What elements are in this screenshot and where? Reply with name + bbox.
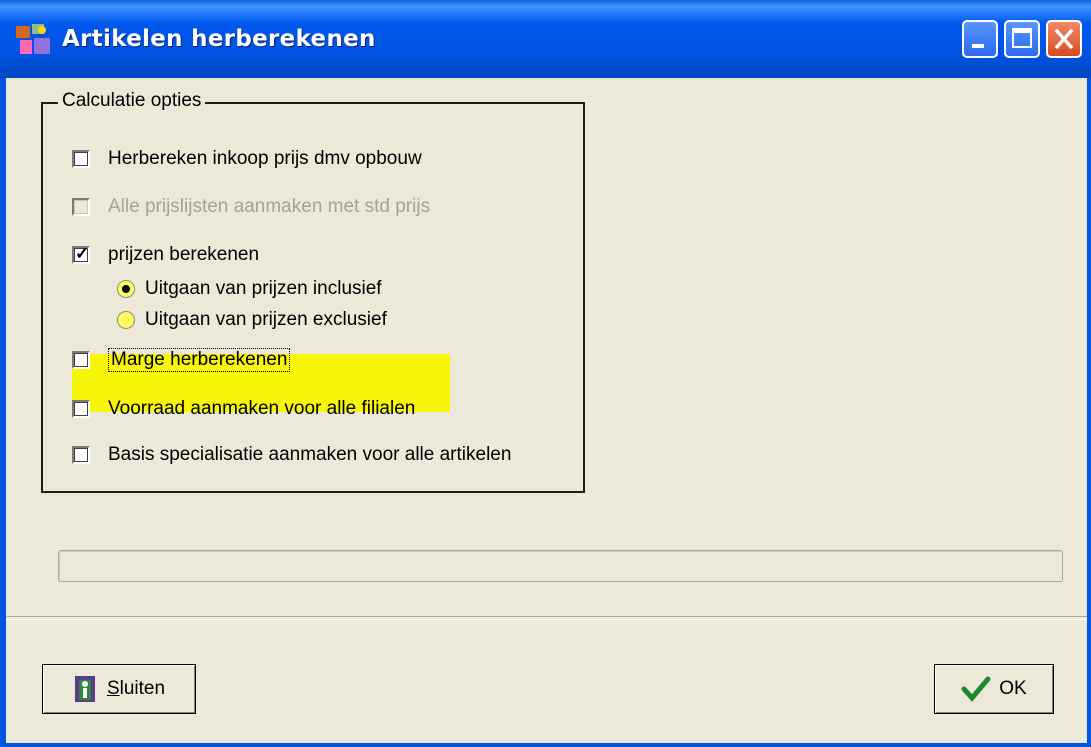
checkbox-box[interactable] xyxy=(72,150,90,168)
dialog-window: Artikelen herberekenen Calculatie opties… xyxy=(0,0,1091,747)
close-label-accelerator: S xyxy=(106,678,120,699)
close-window-button[interactable] xyxy=(1046,20,1082,58)
checkbox-calculate-prices[interactable]: ✓ prijzen berekenen xyxy=(72,244,259,266)
ok-button[interactable]: OK xyxy=(934,664,1054,714)
radio-prices-exclusive[interactable]: Uitgaan van prijzen exclusief xyxy=(117,309,387,331)
checkmark-icon xyxy=(961,676,991,702)
checkbox-box[interactable] xyxy=(72,400,90,418)
radio-label: Uitgaan van prijzen inclusief xyxy=(145,278,382,299)
divider xyxy=(6,616,1087,620)
checkbox-box[interactable] xyxy=(72,351,90,369)
close-icon xyxy=(1054,28,1074,50)
progress-bar xyxy=(58,550,1063,582)
maximize-icon xyxy=(1012,28,1032,48)
close-button[interactable]: Sluiten xyxy=(42,664,196,714)
ok-label: OK xyxy=(999,678,1027,699)
checkbox-label: prijzen berekenen xyxy=(108,244,260,265)
checkbox-box[interactable]: ✓ xyxy=(72,244,90,264)
checkbox-box[interactable] xyxy=(72,446,90,464)
window-title: Artikelen herberekenen xyxy=(62,26,376,52)
checkbox-box[interactable] xyxy=(72,198,90,216)
checkbox-label: Voorraad aanmaken voor alle filialen xyxy=(108,398,416,419)
checkbox-recalculate-margin[interactable]: Marge herberekenen xyxy=(72,348,291,372)
radio-dot xyxy=(122,285,130,293)
checkbox-all-pricelists[interactable]: Alle prijslijsten aanmaken met std prijs xyxy=(72,196,430,218)
checkmark-icon: ✓ xyxy=(75,244,90,263)
checkbox-recalculate-purchase-price[interactable]: Herbereken inkoop prijs dmv opbouw xyxy=(72,148,422,170)
exit-door-icon xyxy=(73,674,99,704)
title-bar[interactable]: Artikelen herberekenen xyxy=(0,0,1091,78)
radio-button[interactable] xyxy=(117,311,135,329)
checkbox-label: Basis specialisatie aanmaken voor alle a… xyxy=(108,444,512,465)
app-icon xyxy=(16,24,50,54)
checkbox-create-stock-all-branches[interactable]: Voorraad aanmaken voor alle filialen xyxy=(72,398,415,420)
radio-label: Uitgaan van prijzen exclusief xyxy=(145,309,387,330)
maximize-button[interactable] xyxy=(1004,20,1040,58)
minimize-icon xyxy=(972,44,984,48)
checkbox-label: Marge herberekenen xyxy=(108,348,291,372)
radio-prices-inclusive[interactable]: Uitgaan van prijzen inclusief xyxy=(117,278,382,300)
group-title: Calculatie opties xyxy=(58,90,206,112)
radio-button[interactable] xyxy=(117,280,135,298)
checkbox-label: Herbereken inkoop prijs dmv opbouw xyxy=(108,148,422,169)
dialog-body: Calculatie opties Herbereken inkoop prij… xyxy=(6,78,1087,743)
checkbox-label: Alle prijslijsten aanmaken met std prijs xyxy=(108,196,431,217)
minimize-button[interactable] xyxy=(962,20,998,58)
checkbox-base-specialization[interactable]: Basis specialisatie aanmaken voor alle a… xyxy=(72,444,511,466)
close-label: luiten xyxy=(119,678,166,699)
